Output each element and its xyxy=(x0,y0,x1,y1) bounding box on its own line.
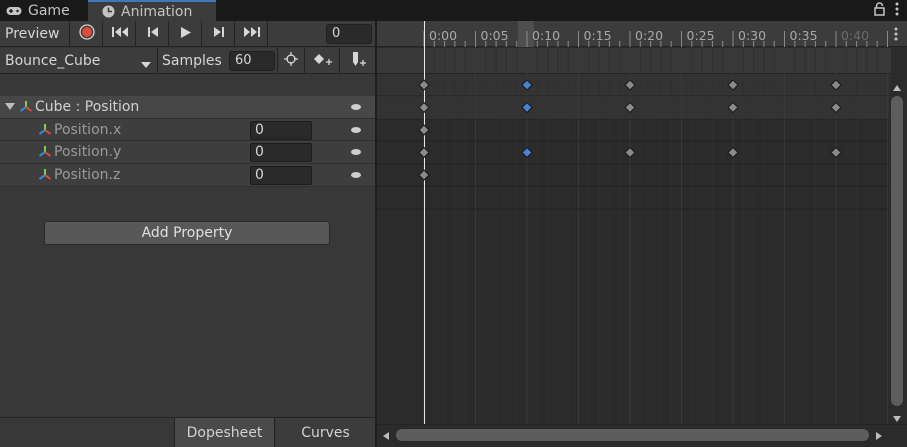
keyframe-diamond xyxy=(727,79,739,91)
next-keyframe-button[interactable] xyxy=(203,21,235,47)
property-group-row[interactable]: Cube : Position xyxy=(0,96,375,119)
step-back-icon xyxy=(147,26,159,42)
add-keyframe-button[interactable] xyxy=(306,48,340,74)
samples-field[interactable]: 60 xyxy=(229,51,275,71)
tab-game[interactable]: Game xyxy=(0,0,88,21)
last-keyframe-button[interactable] xyxy=(236,21,268,47)
tab-game-label: Game xyxy=(28,2,70,19)
keyframe-diamond xyxy=(624,146,636,159)
keyframe-diamond xyxy=(830,146,842,159)
keyframe-diamond xyxy=(624,79,636,91)
playback-toolbar: Preview 0 xyxy=(0,21,375,47)
property-label: Position.z xyxy=(54,166,121,183)
play-button[interactable] xyxy=(170,21,202,47)
property-group-label: Cube : Position xyxy=(35,98,140,115)
record-icon xyxy=(78,24,95,44)
clip-select[interactable]: Bounce_Cube xyxy=(0,48,158,74)
dropdown-arrow-icon xyxy=(141,57,151,73)
add-keyframe-icon xyxy=(313,52,333,70)
first-keyframe-button[interactable] xyxy=(104,21,136,47)
visibility-icon[interactable] xyxy=(351,104,361,110)
add-event-button[interactable] xyxy=(341,48,375,74)
keyframe-diamond xyxy=(521,79,533,91)
window-tab-bar: Game Animation xyxy=(0,0,907,21)
horizontal-scrollbar-thumb[interactable] xyxy=(396,429,869,441)
gamepad-icon xyxy=(6,6,22,16)
property-value-field[interactable]: 0 xyxy=(250,143,312,163)
foldout-arrow-icon[interactable] xyxy=(5,102,15,111)
preview-button[interactable]: Preview xyxy=(0,21,70,47)
window-menu-icon[interactable] xyxy=(895,2,899,20)
property-label: Position.y xyxy=(54,144,122,161)
transform-axis-icon xyxy=(38,123,52,137)
transform-axis-icon xyxy=(38,145,52,159)
clip-toolbar: Bounce_Cube Samples 60 xyxy=(0,48,375,74)
property-row-position-z[interactable]: Position.z 0 xyxy=(0,164,375,187)
add-event-icon xyxy=(349,51,367,71)
dopesheet-timeline[interactable]: 0:00 0:05 0:10 0:15 0:20 0:25 0:30 0:35 0:40 xyxy=(377,21,907,447)
keyframe-diamond xyxy=(830,79,842,91)
keyframe-diamond xyxy=(727,146,739,159)
previous-keyframe-button[interactable] xyxy=(137,21,169,47)
tab-dopesheet[interactable]: Dopesheet xyxy=(174,418,275,447)
transform-axis-icon xyxy=(19,100,33,114)
scroll-right-icon[interactable] xyxy=(876,429,882,444)
property-value-field[interactable]: 0 xyxy=(250,120,312,140)
visibility-icon[interactable] xyxy=(351,149,361,156)
tab-curves[interactable]: Curves xyxy=(276,418,375,447)
lock-icon[interactable] xyxy=(874,2,885,20)
visibility-icon[interactable] xyxy=(351,172,361,179)
scroll-up-icon[interactable] xyxy=(893,80,901,95)
clock-icon xyxy=(102,5,115,18)
samples-label: Samples xyxy=(162,53,222,69)
current-frame-field[interactable]: 0 xyxy=(326,24,372,44)
property-value-field[interactable]: 0 xyxy=(250,166,312,186)
clip-name: Bounce_Cube xyxy=(5,53,101,69)
add-property-button[interactable]: Add Property xyxy=(44,221,330,245)
property-row-position-y[interactable]: Position.y 0 xyxy=(0,141,375,165)
skip-to-start-icon xyxy=(111,26,129,42)
play-icon xyxy=(180,26,192,43)
skip-to-end-icon xyxy=(243,26,261,42)
step-forward-icon xyxy=(213,26,225,42)
keyframe-diamond xyxy=(521,146,533,159)
tab-animation[interactable]: Animation xyxy=(88,0,216,21)
property-label: Position.x xyxy=(54,121,122,138)
keyframe-tracks[interactable] xyxy=(377,21,907,447)
snap-button[interactable] xyxy=(277,48,305,74)
vertical-scrollbar-thumb[interactable] xyxy=(891,96,903,406)
keyframe-diamond xyxy=(418,146,430,159)
record-button[interactable] xyxy=(71,21,103,47)
property-row-position-x[interactable]: Position.x 0 xyxy=(0,118,375,142)
transform-axis-icon xyxy=(38,168,52,182)
visibility-icon[interactable] xyxy=(351,126,361,133)
scroll-left-icon[interactable] xyxy=(383,429,389,444)
keyframe-diamond xyxy=(418,79,430,91)
tab-animation-label: Animation xyxy=(121,3,193,20)
keyframe-diamond xyxy=(418,169,430,181)
animation-hierarchy-panel: Preview 0 Bounce_Cube Samples 60 Cube: … xyxy=(0,21,375,447)
crosshair-icon xyxy=(284,52,298,70)
view-mode-tabs: Dopesheet Curves xyxy=(0,417,375,447)
keyframe-diamond xyxy=(418,124,430,136)
property-list: Cube : Position Position.x 0 Position.y … xyxy=(0,96,375,187)
